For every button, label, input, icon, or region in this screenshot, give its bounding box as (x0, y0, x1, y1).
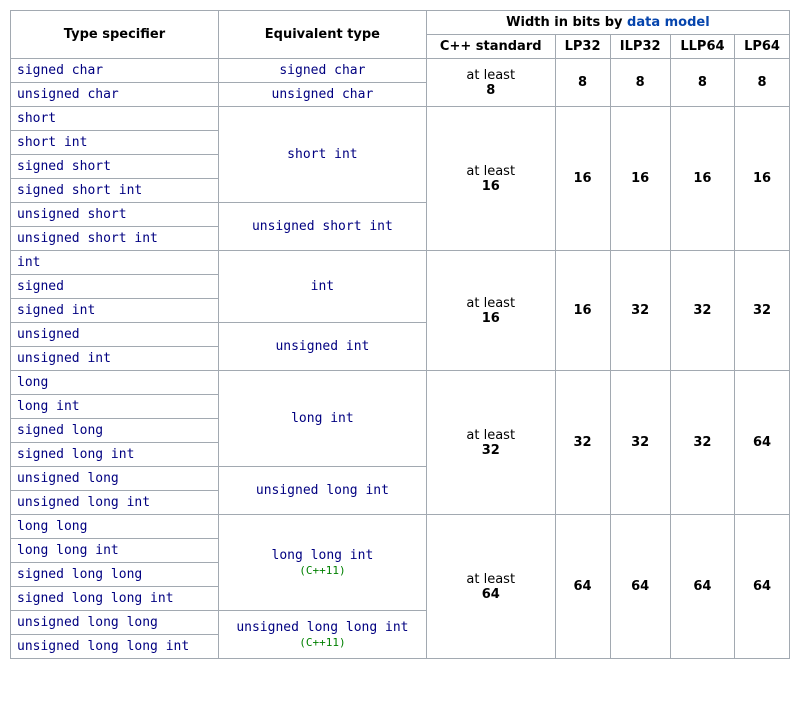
cpp11-mark: (C++11) (299, 636, 345, 649)
type-specifier-cell: long int (11, 395, 219, 419)
table-row: longlong intat least3232323264 (11, 371, 790, 395)
data-model-link[interactable]: data model (627, 15, 710, 30)
type-specifier-cell: unsigned long long int (11, 635, 219, 659)
type-specifier-cell: signed short (11, 155, 219, 179)
width-cell: 64 (610, 515, 670, 659)
at-least-value: 16 (433, 179, 549, 194)
equivalent-type-cell: int (218, 251, 426, 323)
type-specifier-cell: unsigned int (11, 347, 219, 371)
cpp-standard-cell: at least8 (426, 59, 555, 107)
at-least-value: 64 (433, 587, 549, 602)
type-specifier-cell: unsigned short int (11, 227, 219, 251)
width-cell: 8 (555, 59, 610, 107)
type-specifier-cell: unsigned char (11, 83, 219, 107)
type-specifier-cell: signed long long (11, 563, 219, 587)
type-specifier-cell: int (11, 251, 219, 275)
cpp-standard-cell: at least16 (426, 107, 555, 251)
width-cell: 32 (735, 251, 790, 371)
type-specifier-cell: signed short int (11, 179, 219, 203)
width-cell: 16 (670, 107, 734, 251)
type-specifier-cell: unsigned long int (11, 491, 219, 515)
table-row: intintat least1616323232 (11, 251, 790, 275)
equivalent-type-cell: unsigned long long int(C++11) (218, 611, 426, 659)
equivalent-type-cell: short int (218, 107, 426, 203)
type-specifier-cell: signed char (11, 59, 219, 83)
width-group-prefix: Width in bits by (506, 15, 627, 30)
at-least-value: 8 (433, 83, 549, 98)
type-specifier-cell: unsigned short (11, 203, 219, 227)
cpp-standard-cell: at least16 (426, 251, 555, 371)
type-specifier-cell: unsigned (11, 323, 219, 347)
col-equivalent-type: Equivalent type (218, 11, 426, 59)
width-cell: 32 (670, 251, 734, 371)
at-least-label: at least (433, 572, 549, 587)
table-row: signed charsigned charat least88888 (11, 59, 790, 83)
equivalent-type-cell: unsigned int (218, 323, 426, 371)
equivalent-type-cell: unsigned long int (218, 467, 426, 515)
equivalent-type-cell: long int (218, 371, 426, 467)
width-cell: 64 (735, 515, 790, 659)
table-row: shortshort intat least1616161616 (11, 107, 790, 131)
type-specifier-cell: signed int (11, 299, 219, 323)
width-cell: 16 (555, 107, 610, 251)
width-cell: 16 (735, 107, 790, 251)
table-row: long longlong long int(C++11)at least646… (11, 515, 790, 539)
equivalent-type-cell: unsigned char (218, 83, 426, 107)
width-cell: 8 (610, 59, 670, 107)
col-width-group: Width in bits by data model (426, 11, 789, 35)
cpp-standard-cell: at least64 (426, 515, 555, 659)
width-cell: 64 (735, 371, 790, 515)
width-cell: 64 (670, 515, 734, 659)
width-cell: 32 (670, 371, 734, 515)
cpp-standard-cell: at least32 (426, 371, 555, 515)
type-specifier-cell: signed long (11, 419, 219, 443)
type-width-table: Type specifier Equivalent type Width in … (10, 10, 790, 659)
at-least-value: 32 (433, 443, 549, 458)
col-type-specifier: Type specifier (11, 11, 219, 59)
type-specifier-cell: unsigned long (11, 467, 219, 491)
type-specifier-cell: signed long int (11, 443, 219, 467)
col-llp64: LLP64 (670, 35, 734, 59)
at-least-label: at least (433, 428, 549, 443)
width-cell: 32 (610, 251, 670, 371)
type-specifier-cell: signed long long int (11, 587, 219, 611)
col-lp32: LP32 (555, 35, 610, 59)
type-specifier-cell: unsigned long long (11, 611, 219, 635)
width-cell: 8 (670, 59, 734, 107)
type-specifier-cell: signed (11, 275, 219, 299)
col-c-standard: C++ standard (426, 35, 555, 59)
type-specifier-cell: short int (11, 131, 219, 155)
col-ilp32: ILP32 (610, 35, 670, 59)
at-least-label: at least (433, 164, 549, 179)
equivalent-type-cell: long long int(C++11) (218, 515, 426, 611)
at-least-value: 16 (433, 311, 549, 326)
width-cell: 16 (555, 251, 610, 371)
type-specifier-cell: short (11, 107, 219, 131)
width-cell: 16 (610, 107, 670, 251)
type-specifier-cell: long long int (11, 539, 219, 563)
type-specifier-cell: long long (11, 515, 219, 539)
at-least-label: at least (433, 296, 549, 311)
width-cell: 32 (610, 371, 670, 515)
cpp11-mark: (C++11) (299, 564, 345, 577)
at-least-label: at least (433, 68, 549, 83)
type-specifier-cell: long (11, 371, 219, 395)
width-cell: 32 (555, 371, 610, 515)
col-lp64: LP64 (735, 35, 790, 59)
width-cell: 64 (555, 515, 610, 659)
equivalent-type-cell: unsigned short int (218, 203, 426, 251)
equivalent-type-cell: signed char (218, 59, 426, 83)
width-cell: 8 (735, 59, 790, 107)
